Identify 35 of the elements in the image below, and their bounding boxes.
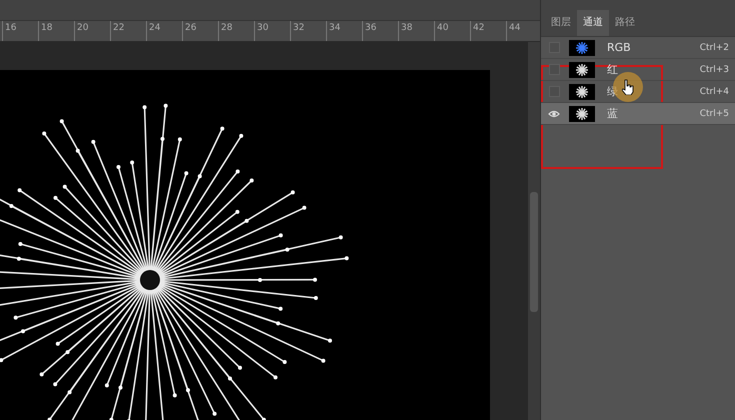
channel-shortcut: Ctrl+2 xyxy=(700,42,729,52)
panel-tab[interactable]: 图层 xyxy=(545,10,577,36)
panel-tab[interactable]: 通道 xyxy=(577,10,609,36)
firework-thumbnail-icon xyxy=(575,84,589,98)
channel-shortcut: Ctrl+3 xyxy=(700,64,729,74)
panel-tab[interactable]: 路径 xyxy=(609,10,641,36)
ruler-label: 30 xyxy=(254,21,290,41)
eye-icon[interactable] xyxy=(548,110,560,118)
visibility-box[interactable] xyxy=(548,64,560,75)
scrollbar-thumb[interactable] xyxy=(530,192,538,312)
firework-thumbnail-icon xyxy=(575,106,589,120)
ruler-label: 22 xyxy=(110,21,146,41)
channel-name: RGB xyxy=(607,41,631,54)
ruler-label: 34 xyxy=(326,21,362,41)
ruler-label: 24 xyxy=(146,21,182,41)
scrollbar[interactable] xyxy=(528,42,540,420)
ruler-label: 38 xyxy=(398,21,434,41)
hand-cursor-icon xyxy=(622,79,634,95)
firework-thumbnail-icon xyxy=(575,62,589,76)
channel-row[interactable]: RGB Ctrl+2 xyxy=(541,37,735,59)
ruler-label: 20 xyxy=(74,21,110,41)
ruler-label: 36 xyxy=(362,21,398,41)
ruler-label: 40 xyxy=(434,21,470,41)
channel-shortcut: Ctrl+5 xyxy=(700,108,729,118)
ruler-label: 28 xyxy=(218,21,254,41)
channel-row[interactable]: 蓝 Ctrl+5 xyxy=(541,103,735,125)
channel-shortcut: Ctrl+4 xyxy=(700,86,729,96)
firework-thumbnail-icon xyxy=(575,40,589,54)
ruler-label: 42 xyxy=(470,21,506,41)
ruler-label: 32 xyxy=(290,21,326,41)
channel-name: 蓝 xyxy=(607,106,618,121)
ruler-label: 16 xyxy=(2,21,38,41)
ruler-label: 18 xyxy=(38,21,74,41)
ruler-label: 26 xyxy=(182,21,218,41)
channel-name: 红 xyxy=(607,62,618,77)
